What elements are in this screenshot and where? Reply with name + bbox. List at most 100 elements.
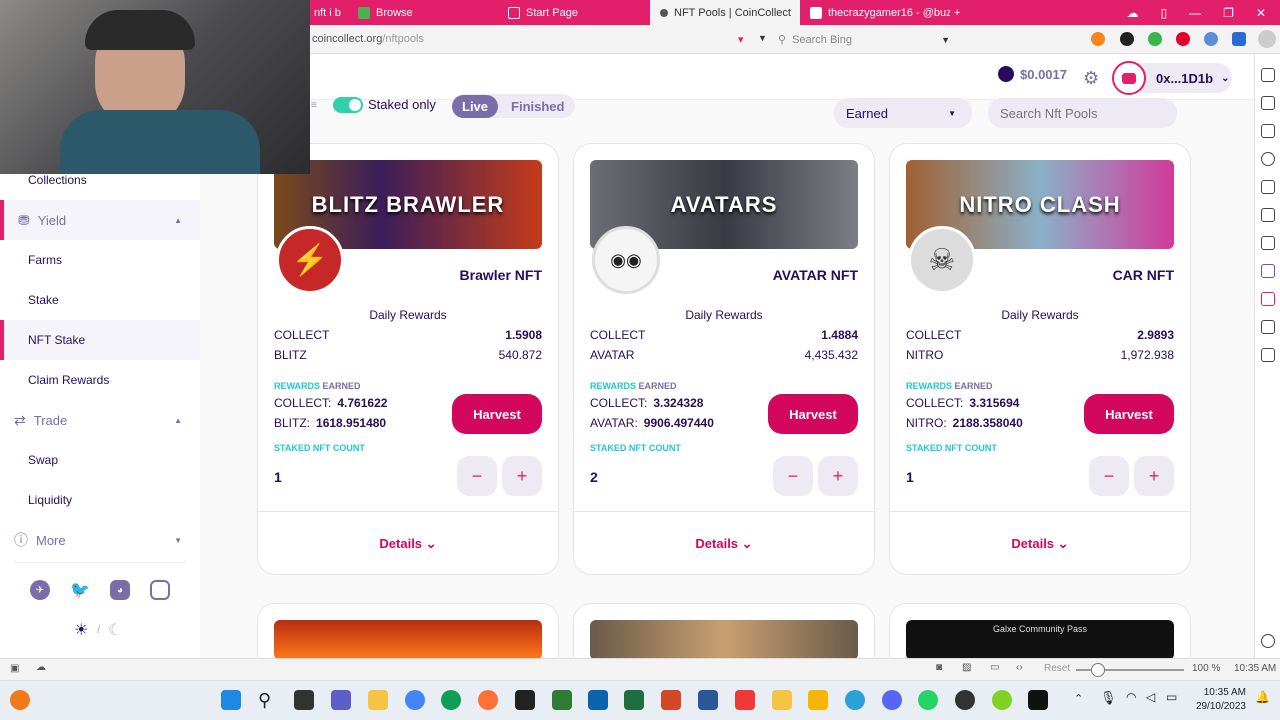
sidebar-item-farms[interactable]: Farms — [0, 240, 200, 280]
tab-start-page[interactable]: Start Page — [498, 0, 650, 25]
finished-tab[interactable]: Finished — [498, 99, 564, 114]
terminal-icon[interactable] — [1028, 690, 1048, 710]
taskbar-clock[interactable]: 10:35 AM 29/10/2023 — [1196, 686, 1246, 714]
live-tab[interactable]: Live — [452, 94, 499, 118]
file-explorer-icon[interactable] — [368, 690, 388, 710]
history-icon[interactable] — [1261, 152, 1275, 166]
tiling-icon[interactable]: ▭ — [990, 662, 999, 673]
app-icon[interactable] — [772, 690, 792, 710]
tray-chevron-icon[interactable]: ⌃ — [1074, 692, 1083, 705]
trash-icon[interactable]: ▯ — [1161, 6, 1168, 20]
whatsapp-icon[interactable] — [918, 690, 938, 710]
sidebar-item-swap[interactable]: Swap — [0, 440, 200, 480]
notion-icon[interactable] — [515, 690, 535, 710]
outlook-icon[interactable] — [588, 690, 608, 710]
sidebar-item-claim-rewards[interactable]: Claim Rewards — [0, 360, 200, 400]
tab-nft[interactable]: nft i b — [310, 0, 348, 25]
staked-only-toggle[interactable] — [333, 97, 363, 113]
search-bing-field[interactable]: ⚲ Search Bing ▼ — [778, 29, 950, 50]
discord-icon[interactable] — [882, 690, 902, 710]
telegram-icon[interactable]: ✈ — [30, 580, 50, 600]
search-nft-pools-input[interactable] — [988, 98, 1177, 128]
tab-nft-pools[interactable]: NFT Pools | CoinCollect — [650, 0, 800, 25]
stake-button[interactable]: + — [1134, 456, 1174, 496]
sidebar-item-liquidity[interactable]: Liquidity — [0, 480, 200, 520]
start-icon[interactable] — [221, 690, 241, 710]
notification-icon[interactable] — [10, 690, 30, 710]
metamask-icon[interactable] — [1091, 32, 1105, 46]
add-panel-icon[interactable] — [1261, 348, 1275, 362]
sidebar-item-yield[interactable]: ⛃ Yield ▲ — [0, 200, 200, 240]
vivaldi-icon[interactable] — [1261, 292, 1275, 306]
firefox-icon[interactable] — [478, 690, 498, 710]
task-view-icon[interactable] — [294, 690, 314, 710]
image-icon[interactable]: ▨ — [962, 662, 971, 673]
harvest-button[interactable]: Harvest — [1084, 394, 1174, 434]
extension-icon[interactable] — [1176, 32, 1190, 46]
discord-icon[interactable]: ◕ — [110, 580, 130, 600]
harvest-button[interactable]: Harvest — [452, 394, 542, 434]
close-icon[interactable]: ✕ — [1256, 6, 1266, 20]
powerpoint-icon[interactable] — [661, 690, 681, 710]
view-toggle-icon[interactable]: ≡ — [311, 100, 317, 111]
twitter-icon[interactable]: 🐦 — [70, 580, 90, 600]
reading-list-icon[interactable] — [1261, 96, 1275, 110]
harvest-button[interactable]: Harvest — [768, 394, 858, 434]
unstake-button[interactable]: − — [457, 456, 497, 496]
unstake-button[interactable]: − — [1089, 456, 1129, 496]
word-icon[interactable] — [698, 690, 718, 710]
extension-icon[interactable] — [1148, 32, 1162, 46]
stake-button[interactable]: + — [502, 456, 542, 496]
edge-icon[interactable] — [441, 690, 461, 710]
stake-button[interactable]: + — [818, 456, 858, 496]
settings-icon[interactable] — [1261, 634, 1275, 648]
details-toggle[interactable]: Details ⌄ — [258, 536, 558, 552]
microphone-icon[interactable]: 🎙 — [1100, 690, 1117, 706]
search-icon[interactable]: ⚲ — [258, 690, 278, 710]
wifi-icon[interactable]: ◠ — [1126, 690, 1136, 704]
restore-icon[interactable]: ❐ — [1223, 6, 1234, 20]
sidebar-item-stake[interactable]: Stake — [0, 280, 200, 320]
details-toggle[interactable]: Details ⌄ — [890, 536, 1190, 552]
zoom-slider-handle[interactable] — [1091, 663, 1105, 677]
minimize-icon[interactable]: — — [1189, 6, 1201, 20]
avatar[interactable] — [1258, 30, 1276, 48]
wikipedia-icon[interactable] — [1261, 320, 1275, 334]
sort-select[interactable]: Earned ▼ — [834, 98, 972, 128]
instagram-icon[interactable] — [150, 580, 170, 600]
notifications-icon[interactable]: 🔔 — [1255, 690, 1270, 704]
mastodon-icon[interactable] — [1261, 264, 1275, 278]
telegram-icon[interactable] — [845, 690, 865, 710]
moon-icon[interactable]: ☾ — [108, 620, 122, 640]
battery-icon[interactable]: ▭ — [1166, 690, 1177, 704]
tab-browse[interactable]: Browse — [348, 0, 498, 25]
code-icon[interactable]: ‹› — [1016, 662, 1023, 673]
shield-icon[interactable] — [1232, 32, 1246, 46]
bookmark-icon[interactable]: ▾ — [738, 33, 744, 46]
chevron-down-icon[interactable]: ▼ — [941, 35, 950, 45]
volume-icon[interactable]: ◁ — [1146, 690, 1155, 704]
sidebar-item-nft-stake[interactable]: NFT Stake — [0, 320, 200, 360]
cloud-icon[interactable]: ☁ — [1127, 6, 1139, 20]
panel-toggle-icon[interactable]: ▣ — [10, 663, 19, 674]
minecraft-icon[interactable] — [552, 690, 572, 710]
gear-icon[interactable]: ⚙ — [1083, 68, 1099, 89]
url-field[interactable]: coincollect.org/nftpools — [312, 33, 424, 45]
notes-icon[interactable] — [1261, 180, 1275, 194]
new-tab-button[interactable]: + — [950, 0, 964, 25]
extension-icon[interactable] — [1120, 32, 1134, 46]
sidebar-item-trade[interactable]: ⇄ Trade ▲ — [0, 400, 200, 440]
app-icon[interactable] — [808, 690, 828, 710]
cloud-icon[interactable]: ☁ — [36, 662, 46, 673]
unstake-button[interactable]: − — [773, 456, 813, 496]
camera-icon[interactable]: ◙ — [936, 662, 942, 673]
bookmarks-icon[interactable] — [1261, 68, 1275, 82]
chrome-icon[interactable] — [405, 690, 425, 710]
sidebar-item-more[interactable]: ⓘ More ▼ — [0, 520, 200, 560]
sun-icon[interactable]: ☀ — [74, 620, 88, 640]
play-icon[interactable] — [992, 690, 1012, 710]
downloads-icon[interactable] — [1261, 124, 1275, 138]
tab-twitch[interactable]: thecrazygamer16 - @buzze — [800, 0, 950, 25]
zoom-reset[interactable]: Reset — [1044, 663, 1070, 674]
chevron-down-icon[interactable]: ▼ — [758, 33, 767, 43]
